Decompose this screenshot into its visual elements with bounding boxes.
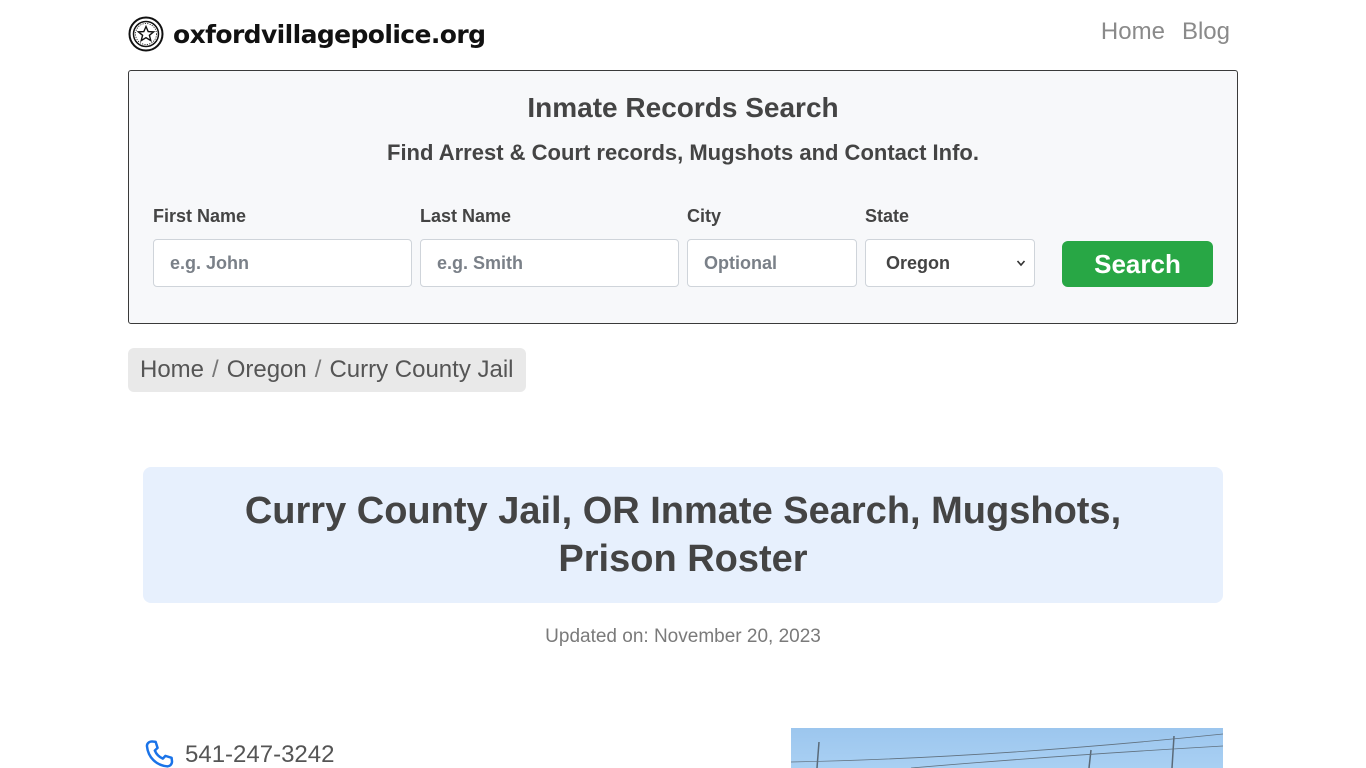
facility-photo-image <box>791 733 1223 768</box>
page-title: Curry County Jail, OR Inmate Search, Mug… <box>244 490 1122 580</box>
page-title-banner: Curry County Jail, OR Inmate Search, Mug… <box>143 467 1223 603</box>
breadcrumb-separator: / <box>314 356 322 383</box>
state-label: State <box>865 206 910 226</box>
contact-phone[interactable]: 541-247-3242 <box>143 738 334 768</box>
facility-photo <box>791 728 1223 768</box>
main-nav: Home Blog <box>1101 18 1230 46</box>
breadcrumb-oregon[interactable]: Oregon <box>227 356 307 384</box>
phone-number: 541-247-3242 <box>185 740 335 768</box>
breadcrumb: Home / Oregon / Curry County Jail <box>128 348 526 392</box>
city-input[interactable] <box>687 239 857 287</box>
breadcrumb-separator: / <box>212 356 219 383</box>
breadcrumb-current: Curry County Jail <box>329 356 514 383</box>
first-name-input[interactable] <box>153 239 412 287</box>
chevron-down-icon <box>1016 260 1026 267</box>
inmate-search-panel: Inmate Records Search Find Arrest & Cour… <box>128 70 1238 324</box>
search-title: Inmate Records Search <box>527 92 839 123</box>
nav-home-link[interactable]: Home <box>1101 18 1165 46</box>
updated-date: Updated on: November 20, 2023 <box>545 626 821 647</box>
first-name-label: First Name <box>153 206 247 226</box>
nav-blog-link[interactable]: Blog <box>1182 18 1230 46</box>
state-selected-value: Oregon <box>886 252 951 273</box>
city-label: City <box>687 206 722 226</box>
last-name-input[interactable] <box>420 239 679 287</box>
phone-icon <box>145 740 174 768</box>
breadcrumb-home[interactable]: Home <box>140 356 204 384</box>
site-name: oxfordvillagepolice.org <box>173 19 486 49</box>
site-header: oxfordvillagepolice.org Home Blog <box>128 14 1238 54</box>
site-logo[interactable]: oxfordvillagepolice.org <box>128 16 486 52</box>
state-select[interactable]: Oregon <box>865 239 1035 287</box>
search-button[interactable]: Search <box>1062 241 1213 287</box>
police-badge-star-icon <box>128 16 164 52</box>
last-name-label: Last Name <box>420 206 512 226</box>
search-subtitle: Find Arrest & Court records, Mugshots an… <box>387 140 979 165</box>
